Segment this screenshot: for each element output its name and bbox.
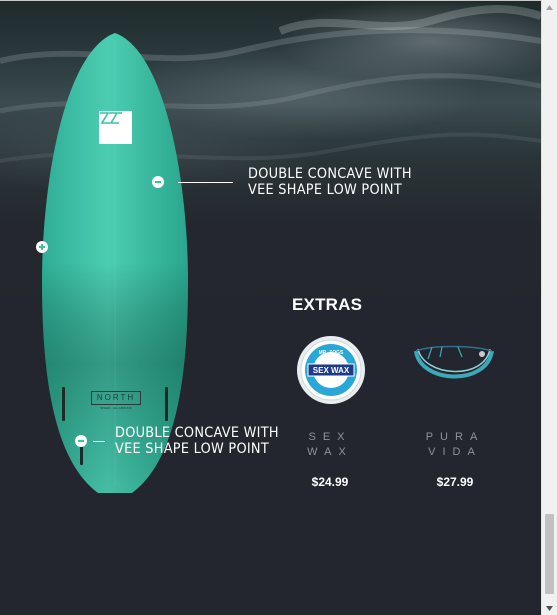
callout-bottom: DOUBLE CONCAVE WITH VEE SHAPE LOW POINT <box>115 425 279 457</box>
wax-label-top: MR. ZOGS <box>319 350 344 356</box>
fin-left <box>62 387 65 421</box>
board-brand-mark: NORTH <box>91 391 141 405</box>
hotspot-minus-top[interactable] <box>152 176 164 188</box>
board-brand-subtext: SPEED - ALL AROUND <box>100 406 132 410</box>
extra-price-sexwax: $24.99 <box>311 475 349 489</box>
vertical-scrollbar[interactable] <box>541 0 557 615</box>
callout-bottom-line2: VEE SHAPE LOW POINT <box>115 441 269 457</box>
extra-product-puravida[interactable]: PURA VIDA $27.99 <box>400 331 510 501</box>
extra-name-puravida-line1: PURA <box>425 431 485 443</box>
extras-title: EXTRAS <box>292 295 363 314</box>
scrollbar-thumb[interactable] <box>545 514 554 594</box>
extra-name-sexwax-line1: SEX <box>308 431 352 443</box>
callout-top-line1: DOUBLE CONCAVE WITH <box>248 166 412 182</box>
callout-top: DOUBLE CONCAVE WITH VEE SHAPE LOW POINT <box>248 166 412 198</box>
arrow-down-icon[interactable] <box>542 601 557 615</box>
extra-name-sexwax-line2: WAX <box>307 446 353 458</box>
north-logo-icon <box>99 111 132 144</box>
wax-label: SEX WAX <box>313 366 350 375</box>
extra-name-puravida[interactable]: PURA VIDA <box>400 430 510 460</box>
wax-puck-icon[interactable]: SEX WAX MR. ZOGS <box>296 335 366 405</box>
arrow-up-icon[interactable] <box>542 0 557 14</box>
callout-bottom-line1: DOUBLE CONCAVE WITH <box>115 425 279 441</box>
hotspot-plus-side[interactable] <box>36 241 48 253</box>
extra-price-puravida: $27.99 <box>436 475 474 489</box>
callout-line-bottom <box>93 441 105 442</box>
callout-line-top <box>178 182 233 183</box>
product-viewport: NORTH SPEED - ALL AROUND DOUBLE CONCAVE … <box>0 0 541 615</box>
hotspot-minus-bottom[interactable] <box>75 435 87 447</box>
bracelet-icon[interactable] <box>412 343 498 395</box>
fin-right <box>165 387 168 421</box>
extra-product-sexwax[interactable]: SEX WAX MR. ZOGS SEX WAX $24.99 <box>275 331 385 501</box>
callout-top-line2: VEE SHAPE LOW POINT <box>248 182 402 198</box>
extra-name-puravida-line2: VIDA <box>428 446 482 458</box>
extra-name-sexwax[interactable]: SEX WAX <box>275 430 385 460</box>
